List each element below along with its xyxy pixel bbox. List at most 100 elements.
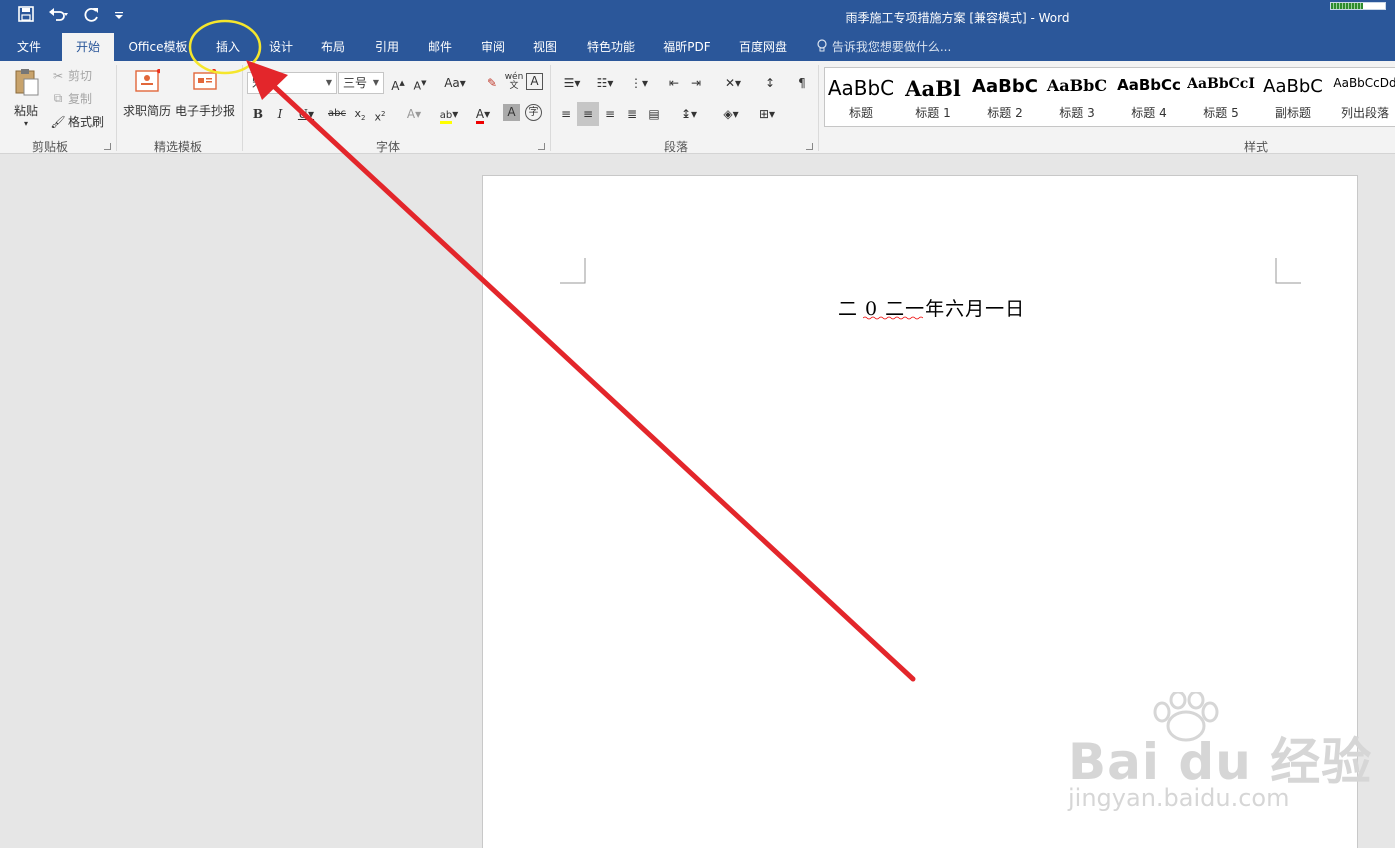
font-color-icon[interactable]: A▾ [468, 104, 498, 124]
phonetic-guide-icon[interactable]: wén 文 [504, 73, 524, 93]
style-name: 标题 [848, 106, 873, 120]
character-border-icon[interactable]: A [526, 73, 543, 90]
style-name: 列出段落 [1340, 106, 1389, 120]
grow-font-icon[interactable]: A▲ [388, 73, 408, 93]
font-size-value: 三号 [343, 76, 368, 90]
increase-indent-icon[interactable]: ⇥ [686, 73, 706, 93]
font-launcher-icon[interactable] [538, 143, 545, 150]
decrease-indent-icon[interactable]: ⇤ [664, 73, 684, 93]
divider [550, 65, 551, 151]
divider [818, 65, 819, 151]
tab-insert[interactable]: 插入 [204, 33, 252, 61]
style-heading-3[interactable]: AaBbC 标题 3 [1041, 68, 1113, 126]
style-name: 标题 2 [987, 106, 1023, 120]
tab-office-templates[interactable]: Office模板 [120, 33, 196, 61]
italic-icon[interactable]: I [270, 104, 290, 124]
superscript-icon[interactable]: x2 [370, 104, 390, 124]
style-name: 标题 4 [1131, 106, 1167, 120]
multilevel-list-icon[interactable]: ⋮▾ [624, 73, 654, 93]
font-name-value: 宋体 [252, 76, 277, 90]
tell-me-box[interactable]: 告诉我您想要做什么... [816, 33, 951, 61]
justify-icon[interactable]: ≣ [622, 104, 642, 124]
format-painter-button[interactable]: 🖌 格式刷 [50, 113, 104, 130]
line-spacing-icon[interactable]: ↨▾ [674, 104, 704, 124]
style-sample: AaBbC [1263, 76, 1323, 97]
change-case-icon[interactable]: Aa▾ [440, 73, 470, 93]
sort-icon[interactable]: ↕ [760, 73, 780, 93]
style-heading-4[interactable]: AaBbCc 标题 4 [1113, 68, 1185, 126]
strikethrough-icon[interactable]: abc [325, 104, 349, 124]
style-list-paragraph[interactable]: AaBbCcDd 列出段落 [1329, 68, 1395, 126]
tab-home[interactable]: 开始 [62, 33, 114, 61]
font-name-combo[interactable]: 宋体 ▼ [247, 72, 337, 94]
styles-group-label: 样式 [1243, 140, 1268, 154]
text-effects-icon[interactable]: A▾ [400, 104, 428, 124]
copy-button[interactable]: ⧉ 复制 [50, 90, 92, 107]
handwritten-newspaper-button[interactable]: 电子手抄报 [174, 68, 236, 119]
copy-label: 复制 [68, 92, 93, 106]
tab-review[interactable]: 审阅 [470, 33, 516, 61]
paragraph-launcher-icon[interactable] [806, 143, 813, 150]
subscript-icon[interactable]: x2 [350, 104, 370, 124]
bold-icon[interactable]: B [248, 104, 268, 124]
paste-label: 粘贴 [13, 104, 38, 118]
font-size-combo[interactable]: 三号 ▼ [338, 72, 384, 94]
style-subtitle[interactable]: AaBbC 副标题 [1257, 68, 1329, 126]
tab-baidu-netdisk[interactable]: 百度网盘 [728, 33, 798, 61]
underline-icon[interactable]: U▾ [292, 104, 320, 124]
style-sample: AaBbC [972, 76, 1038, 97]
margin-corner-top-right-icon [1275, 258, 1301, 284]
tab-file[interactable]: 文件 [6, 33, 52, 61]
tell-me-placeholder: 告诉我您想要做什么... [831, 40, 952, 54]
clipboard-group-label: 剪贴板 [31, 140, 68, 154]
style-sample: AaBbC [827, 76, 895, 100]
style-heading-1[interactable]: AaBl 标题 1 [897, 68, 969, 126]
paintbrush-icon: 🖌 [50, 114, 66, 129]
resume-button[interactable]: 求职简历 [121, 68, 173, 119]
title-bar: 雨季施工专项措施方案 [兼容模式] - Word [0, 0, 1395, 33]
style-sample: AaBbCcI [1187, 76, 1255, 92]
style-title[interactable]: AaBbC 标题 [825, 68, 897, 126]
cut-button[interactable]: ✂ 剪切 [50, 67, 92, 84]
align-right-icon[interactable]: ≡ [600, 104, 620, 124]
style-heading-2[interactable]: AaBbC 标题 2 [969, 68, 1041, 126]
enclose-characters-icon[interactable]: 字 [525, 104, 542, 121]
highlight-icon[interactable]: ab▾ [434, 104, 464, 124]
shading-icon[interactable]: ◈▾ [716, 104, 746, 124]
style-sample: AaBbCcDd [1333, 76, 1395, 90]
copy-icon: ⧉ [53, 91, 63, 105]
spellcheck-squiggle [863, 316, 923, 320]
paragraph-group-label: 段落 [663, 140, 688, 154]
borders-icon[interactable]: ⊞▾ [752, 104, 782, 124]
paste-button[interactable]: 粘贴 ▾ [8, 67, 44, 128]
clear-formatting-icon[interactable]: ✎ [482, 73, 502, 93]
chevron-down-icon: ▾ [23, 119, 28, 128]
tab-foxit-pdf[interactable]: 福昕PDF [654, 33, 720, 61]
format-painter-label: 格式刷 [68, 115, 105, 129]
newspaper-icon [192, 68, 218, 96]
tab-layout[interactable]: 布局 [310, 33, 356, 61]
clipboard-launcher-icon[interactable] [104, 143, 111, 150]
asian-layout-icon[interactable]: ✕▾ [718, 73, 748, 93]
tab-design[interactable]: 设计 [258, 33, 304, 61]
distributed-icon[interactable]: ▤ [644, 104, 664, 124]
align-center-icon[interactable]: ≡ [577, 102, 599, 126]
show-marks-icon[interactable]: ¶ [792, 73, 812, 93]
bullets-icon[interactable]: ☰▾ [557, 73, 587, 93]
margin-corner-top-left-icon [560, 258, 586, 284]
shrink-font-icon[interactable]: A▼ [410, 73, 430, 93]
style-name: 标题 3 [1059, 106, 1095, 120]
tab-view[interactable]: 视图 [522, 33, 568, 61]
templates-group-label: 精选模板 [153, 140, 202, 154]
tab-references[interactable]: 引用 [364, 33, 410, 61]
lightbulb-icon [816, 39, 832, 54]
align-left-icon[interactable]: ≡ [556, 104, 576, 124]
tab-special-features[interactable]: 特色功能 [578, 33, 644, 61]
tab-mailings[interactable]: 邮件 [417, 33, 463, 61]
font-group-label: 字体 [375, 140, 400, 154]
character-shading-icon[interactable]: A [503, 104, 520, 121]
cut-label: 剪切 [68, 69, 93, 83]
ribbon: 粘贴 ▾ ✂ 剪切 ⧉ 复制 🖌 格式刷 剪贴板 求职简历 电子手抄报 精选模板… [0, 61, 1395, 154]
style-heading-5[interactable]: AaBbCcI 标题 5 [1185, 68, 1257, 126]
numbering-icon[interactable]: ☷▾ [590, 73, 620, 93]
